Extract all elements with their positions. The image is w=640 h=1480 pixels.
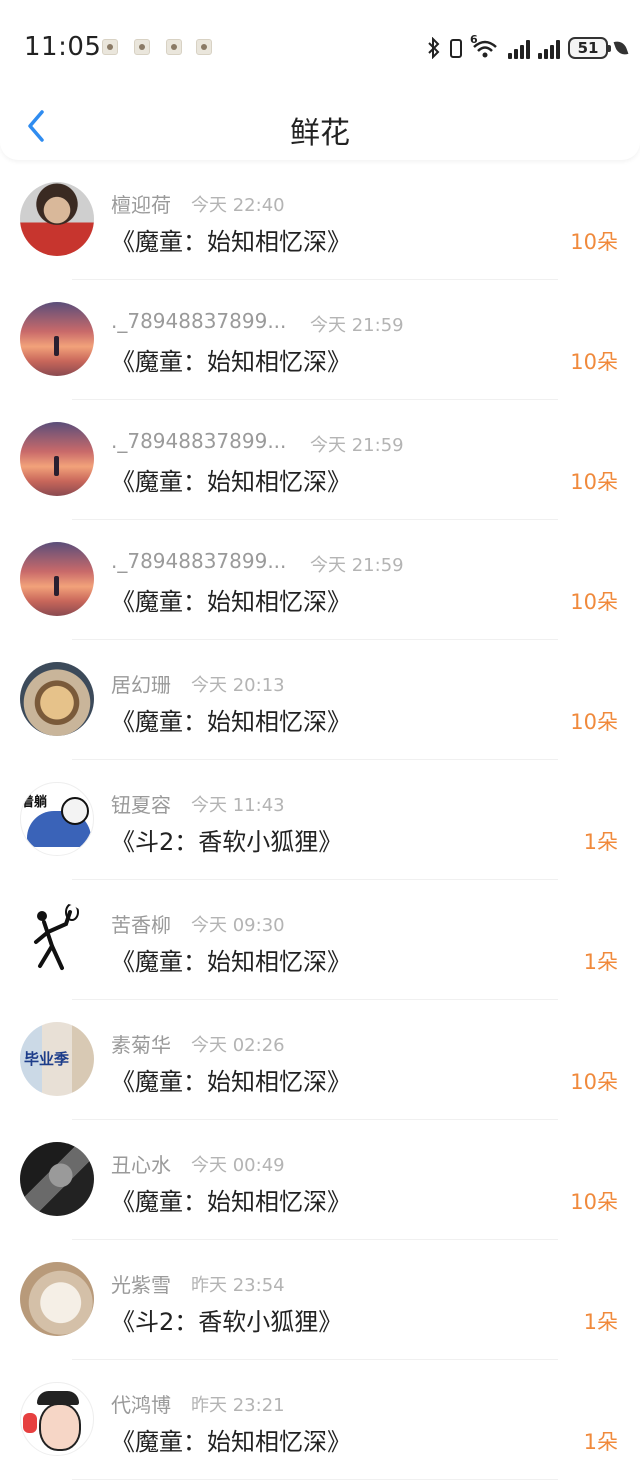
gift-time: 今天 21:59	[310, 555, 404, 576]
nav-bar: 鲜花	[0, 96, 640, 156]
gift-time: 今天 21:59	[310, 435, 404, 456]
portrait-avatar[interactable]	[20, 182, 94, 256]
user-name[interactable]: 钮夏容	[111, 789, 171, 818]
flower-count: 1朵	[583, 830, 618, 854]
app-notification-icon	[134, 39, 150, 55]
app-notification-icon	[196, 39, 212, 55]
user-name[interactable]: ._78948837899...	[111, 429, 286, 453]
gift-work-title[interactable]: 《魔童：始知相忆深》	[111, 222, 351, 257]
user-name[interactable]: ._78948837899...	[111, 309, 286, 333]
list-item[interactable]: 代鸿博 昨天 23:21 《魔童：始知相忆深》 1朵	[0, 1360, 640, 1480]
leaf-icon	[613, 38, 629, 58]
status-icons: 6 51	[426, 33, 629, 62]
cat-avatar[interactable]	[20, 1262, 94, 1336]
user-name[interactable]: 丑心水	[111, 1149, 171, 1178]
gift-work-title[interactable]: 《斗2：香软小狐狸》	[111, 822, 342, 857]
gift-work-title[interactable]: 《魔童：始知相忆深》	[111, 342, 351, 377]
page-title: 鲜花	[290, 116, 350, 151]
list-item[interactable]: 毕业季 素菊华 今天 02:26 《魔童：始知相忆深》 10朵	[0, 1000, 640, 1120]
gift-work-title[interactable]: 《斗2：香软小狐狸》	[111, 1302, 342, 1337]
bw-portrait-avatar[interactable]	[20, 1142, 94, 1216]
flower-count: 10朵	[570, 710, 618, 734]
gift-work-title[interactable]: 《魔童：始知相忆深》	[111, 582, 351, 617]
flower-count: 10朵	[570, 350, 618, 374]
battery-level: 51	[577, 39, 599, 57]
battery-icon: 51	[568, 37, 611, 59]
list-item[interactable]: 丑心水 今天 00:49 《魔童：始知相忆深》 10朵	[0, 1120, 640, 1240]
flower-count: 10朵	[570, 230, 618, 254]
flower-count: 10朵	[570, 1190, 618, 1214]
app-notification-icon	[166, 39, 182, 55]
gift-time: 今天 00:49	[191, 1155, 285, 1176]
gift-work-title[interactable]: 《魔童：始知相忆深》	[111, 1182, 351, 1217]
gift-time: 昨天 23:21	[191, 1395, 285, 1416]
wifi-icon: 6	[470, 33, 500, 59]
flower-gift-list: 檀迎荷 今天 22:40 《魔童：始知相忆深》 10朵 ._78948837899...…	[0, 160, 640, 1480]
user-name[interactable]: 素菊华	[111, 1029, 171, 1058]
stick-figure-avatar[interactable]	[20, 902, 94, 976]
list-item[interactable]: 着躺 钮夏容 今天 11:43 《斗2：香软小狐狸》 1朵	[0, 760, 640, 880]
list-item[interactable]: 居幻珊 今天 20:13 《魔童：始知相忆深》 10朵	[0, 640, 640, 760]
user-name[interactable]: 光紫雪	[111, 1269, 171, 1298]
phone-icon	[450, 39, 462, 58]
gift-time: 今天 20:13	[191, 675, 285, 696]
flower-count: 1朵	[583, 1310, 618, 1334]
status-time: 11:05	[24, 32, 102, 62]
gift-time: 今天 11:43	[191, 795, 285, 816]
gift-work-title[interactable]: 《魔童：始知相忆深》	[111, 942, 351, 977]
gift-time: 今天 02:26	[191, 1035, 285, 1056]
app-notification-icon	[102, 39, 118, 55]
flower-count: 10朵	[570, 470, 618, 494]
food-avatar[interactable]	[20, 662, 94, 736]
user-name[interactable]: 檀迎荷	[111, 189, 171, 218]
gift-work-title[interactable]: 《魔童：始知相忆深》	[111, 1062, 351, 1097]
gift-work-title[interactable]: 《魔童：始知相忆深》	[111, 462, 351, 497]
user-name[interactable]: 居幻珊	[111, 669, 171, 698]
sunset-avatar[interactable]	[20, 542, 94, 616]
gift-time: 今天 21:59	[310, 315, 404, 336]
bluetooth-icon	[428, 37, 440, 59]
user-name[interactable]: 代鸿博	[111, 1389, 171, 1418]
user-name[interactable]: 苦香柳	[111, 909, 171, 938]
flower-count: 1朵	[583, 950, 618, 974]
list-item[interactable]: 光紫雪 昨天 23:54 《斗2：香软小狐狸》 1朵	[0, 1240, 640, 1360]
header: 11:05 6 51 鲜花	[0, 0, 640, 160]
sunset-avatar[interactable]	[20, 422, 94, 496]
meme-avatar[interactable]: 着躺	[20, 782, 94, 856]
user-name[interactable]: ._78948837899...	[111, 549, 286, 573]
avatar-caption: 着躺	[21, 795, 48, 810]
avatar-caption: 毕业季	[24, 1050, 70, 1068]
signal-icon	[538, 37, 560, 59]
cartoon-avatar[interactable]	[20, 1382, 94, 1456]
list-item[interactable]: ._78948837899... 今天 21:59 《魔童：始知相忆深》 10朵	[0, 280, 640, 400]
list-item[interactable]: 苦香柳 今天 09:30 《魔童：始知相忆深》 1朵	[0, 880, 640, 1000]
flower-count: 10朵	[570, 590, 618, 614]
graduation-avatar[interactable]: 毕业季	[20, 1022, 94, 1096]
list-item[interactable]: ._78948837899... 今天 21:59 《魔童：始知相忆深》 10朵	[0, 520, 640, 640]
gift-time: 今天 09:30	[191, 915, 285, 936]
gift-time: 昨天 23:54	[191, 1275, 285, 1296]
list-item[interactable]: 檀迎荷 今天 22:40 《魔童：始知相忆深》 10朵	[0, 160, 640, 280]
list-item[interactable]: ._78948837899... 今天 21:59 《魔童：始知相忆深》 10朵	[0, 400, 640, 520]
sunset-avatar[interactable]	[20, 302, 94, 376]
signal-icon	[508, 37, 530, 59]
flower-count: 10朵	[570, 1070, 618, 1094]
gift-time: 今天 22:40	[191, 195, 285, 216]
gift-work-title[interactable]: 《魔童：始知相忆深》	[111, 702, 351, 737]
status-bar: 11:05 6 51	[0, 22, 640, 72]
